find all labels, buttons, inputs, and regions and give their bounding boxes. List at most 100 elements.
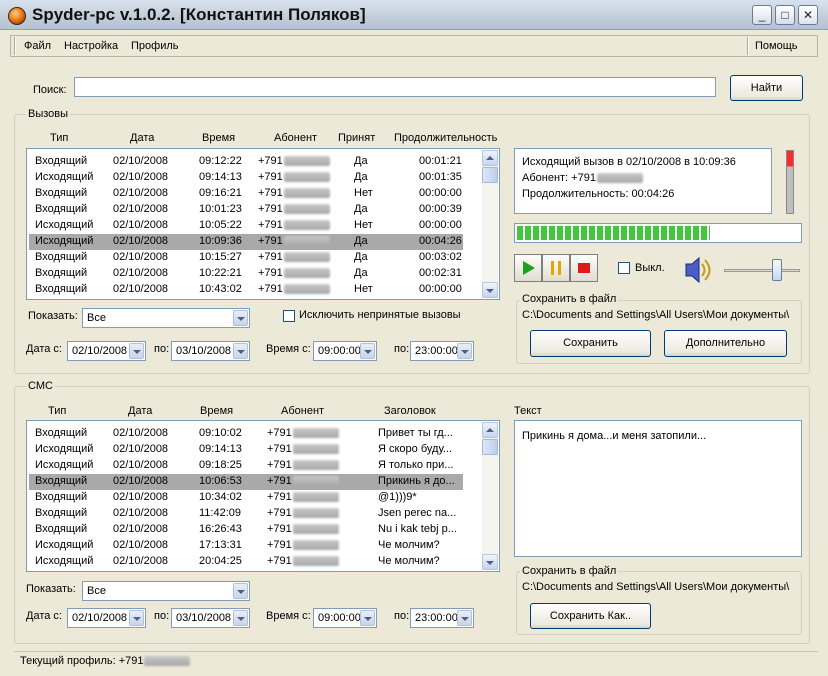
call-cell: Исходящий bbox=[35, 235, 93, 247]
sms-row[interactable]: Исходящий 02/10/2008 09:18:25 +791 Я только … bbox=[29, 458, 463, 474]
sms-scroll-up[interactable] bbox=[482, 422, 498, 438]
call-info-subscriber: Абонент: +791 bbox=[522, 172, 643, 184]
calls-date-to-picker[interactable]: 03/10/2008 bbox=[171, 341, 250, 361]
sms-date-from-picker[interactable]: 02/10/2008 bbox=[67, 608, 146, 628]
sms-cell-text: Nu i kak tebj p... bbox=[378, 523, 457, 535]
sms-scroll-down[interactable] bbox=[482, 554, 498, 570]
pause-button[interactable] bbox=[542, 254, 570, 282]
menu-file[interactable]: Файл bbox=[24, 40, 51, 52]
sms-list[interactable]: Исходящий 02/10/2008 20:04:25 +791 Че молчим… bbox=[26, 420, 500, 572]
sms-cell-text: 09:18:25 bbox=[199, 459, 242, 471]
chevron-down-icon[interactable] bbox=[233, 343, 248, 359]
maximize-button[interactable]: □ bbox=[775, 5, 795, 25]
chevron-down-icon[interactable] bbox=[233, 310, 248, 326]
mute-checkbox[interactable] bbox=[618, 262, 630, 274]
sms-row[interactable]: Входящий 02/10/2008 09:10:02 +791 Привет ты … bbox=[29, 426, 463, 442]
chevron-down-icon[interactable] bbox=[233, 610, 248, 626]
call-row[interactable]: Входящий 02/10/2008 10:01:23 +791 Да 00:00:39 bbox=[29, 202, 463, 218]
call-row[interactable]: Входящий 02/10/2008 09:12:22 +791 Да 00:01:21 bbox=[29, 154, 463, 170]
call-cell-text: 02/10/2008 bbox=[113, 155, 169, 167]
sms-cell-text: Исходящий bbox=[35, 555, 94, 567]
call-cell-text: Исходящий bbox=[35, 235, 94, 247]
sms-show-select[interactable]: Все bbox=[82, 581, 250, 601]
chevron-down-icon[interactable] bbox=[129, 610, 144, 626]
sms-save-path: C:\Documents and Settings\All Users\Мои … bbox=[522, 581, 790, 593]
chevron-down-icon[interactable] bbox=[360, 610, 375, 626]
calls-show-select[interactable]: Все bbox=[82, 308, 250, 328]
calls-list[interactable]: Входящий 02/10/2008 10:43:02 +791 Нет 00:00:0… bbox=[26, 148, 500, 300]
call-row[interactable]: Исходящий 02/10/2008 10:05:22 +791 Нет 00:00:… bbox=[29, 218, 463, 234]
sms-row[interactable]: Исходящий 02/10/2008 09:14:13 +791 Я скоро б… bbox=[29, 442, 463, 458]
calls-scrollbar[interactable] bbox=[482, 150, 498, 298]
stop-button[interactable] bbox=[570, 254, 598, 282]
sms-cell: +791 bbox=[267, 475, 339, 487]
sms-cell: 17:13:31 bbox=[199, 539, 242, 551]
save-call-button[interactable]: Сохранить bbox=[530, 330, 651, 357]
exclude-missed-checkbox[interactable] bbox=[283, 310, 295, 322]
call-cell: 10:15:27 bbox=[199, 251, 242, 263]
sms-cell: Че молчим? bbox=[378, 555, 440, 567]
calls-date-from-picker[interactable]: 02/10/2008 bbox=[67, 341, 146, 361]
menu-help[interactable]: Помощь bbox=[755, 40, 798, 52]
menu-settings[interactable]: Настройка bbox=[64, 40, 118, 52]
call-row[interactable]: Входящий 02/10/2008 10:15:27 +791 Да 00:03:02 bbox=[29, 250, 463, 266]
call-row[interactable]: Входящий 02/10/2008 10:22:21 +791 Да 00:02:31 bbox=[29, 266, 463, 282]
call-cell: +791 bbox=[258, 235, 330, 247]
sms-scroll-thumb[interactable] bbox=[482, 439, 498, 455]
more-options-button[interactable]: Дополнительно bbox=[664, 330, 787, 357]
app-icon bbox=[8, 7, 26, 25]
sms-row[interactable]: Входящий 02/10/2008 10:34:02 +791 @1)))9* bbox=[29, 490, 463, 506]
call-row[interactable]: Исходящий 02/10/2008 09:14:13 +791 Да 00:01:3… bbox=[29, 170, 463, 186]
volume-slider-thumb[interactable] bbox=[772, 259, 782, 281]
chevron-down-icon[interactable] bbox=[129, 343, 144, 359]
volume-track[interactable] bbox=[724, 269, 800, 272]
menu-profile[interactable]: Профиль bbox=[131, 40, 179, 52]
sms-cell: +791 bbox=[267, 427, 339, 439]
sms-row[interactable]: Входящий 02/10/2008 16:26:43 +791 Nu i kak t… bbox=[29, 522, 463, 538]
close-button[interactable]: ✕ bbox=[798, 5, 818, 25]
call-cell: +791 bbox=[258, 219, 330, 231]
sms-group-title: СМС bbox=[26, 380, 55, 392]
sms-time-from-picker[interactable]: 09:00:00 bbox=[313, 608, 377, 628]
sms-text-content: Прикинь я дома...и меня затопили... bbox=[522, 430, 707, 442]
call-cell: 00:04:26 bbox=[419, 235, 462, 247]
sms-text-box[interactable]: Прикинь я дома...и меня затопили... bbox=[514, 420, 802, 557]
sms-time-to-picker[interactable]: 23:00:00 bbox=[410, 608, 474, 628]
calls-time-to-picker[interactable]: 23:00:00 bbox=[410, 341, 474, 361]
sms-row[interactable]: Входящий 02/10/2008 11:42:09 +791 Jsen perec… bbox=[29, 506, 463, 522]
call-cell: 02/10/2008 bbox=[113, 251, 168, 263]
save-as-button[interactable]: Сохранить Как.. bbox=[530, 603, 651, 629]
call-cell: +791 bbox=[258, 267, 330, 279]
calls-scroll-up[interactable] bbox=[482, 150, 498, 166]
search-input[interactable] bbox=[74, 77, 716, 97]
exclude-missed-label: Исключить непринятые вызовы bbox=[299, 309, 461, 321]
play-button[interactable] bbox=[514, 254, 542, 282]
sms-col-subject: Заголовок bbox=[384, 405, 436, 417]
sms-time-from-value: 09:00:00 bbox=[318, 612, 361, 624]
call-row[interactable]: Входящий 02/10/2008 09:16:21 +791 Нет 00:00:0… bbox=[29, 186, 463, 202]
chevron-down-icon[interactable] bbox=[457, 343, 472, 359]
minimize-button[interactable]: _ bbox=[752, 5, 772, 25]
call-cell: Входящий bbox=[35, 187, 87, 199]
sms-row[interactable]: Исходящий 02/10/2008 17:13:31 +791 Че молчим… bbox=[29, 538, 463, 554]
chevron-down-icon[interactable] bbox=[233, 583, 248, 599]
playback-progress-fill bbox=[517, 226, 710, 240]
sms-date-to-picker[interactable]: 03/10/2008 bbox=[171, 608, 250, 628]
find-button[interactable]: Найти bbox=[730, 75, 803, 101]
sms-row[interactable]: Исходящий 02/10/2008 20:04:25 +791 Че молчим… bbox=[29, 554, 463, 570]
chevron-down-icon[interactable] bbox=[457, 610, 472, 626]
redacted-number bbox=[283, 252, 330, 263]
chevron-down-icon[interactable] bbox=[360, 343, 375, 359]
sms-row[interactable]: Входящий 02/10/2008 10:06:53 +791 Прикинь я … bbox=[29, 474, 463, 490]
calls-scroll-thumb[interactable] bbox=[482, 167, 498, 183]
sms-cell-text: 02/10/2008 bbox=[113, 427, 169, 439]
calls-scroll-down[interactable] bbox=[482, 282, 498, 298]
playback-progress[interactable] bbox=[514, 223, 802, 243]
sms-scrollbar[interactable] bbox=[482, 422, 498, 570]
title-bar[interactable]: Spyder-pc v.1.0.2. [Константин Поляков] … bbox=[0, 0, 828, 30]
call-row[interactable]: Исходящий 02/10/2008 10:09:36 +791 Да 00:04:2… bbox=[29, 234, 463, 250]
call-row[interactable]: Входящий 02/10/2008 10:43:02 +791 Нет 00:00:0… bbox=[29, 282, 463, 298]
calls-col-subscriber: Абонент bbox=[274, 132, 318, 144]
sms-text-label: Текст bbox=[514, 405, 542, 417]
calls-time-from-picker[interactable]: 09:00:00 bbox=[313, 341, 377, 361]
